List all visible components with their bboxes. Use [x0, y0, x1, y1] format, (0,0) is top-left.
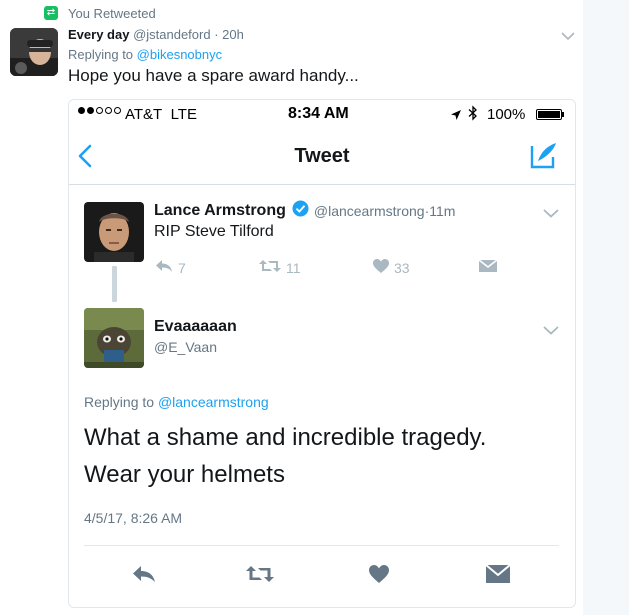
signal-dot [96, 107, 103, 114]
embedded-screenshot[interactable]: AT&T LTE 8:34 AM 100% Tweet Lance Armstr… [68, 99, 576, 608]
tweet-text: Hope you have a spare award handy... [68, 66, 359, 85]
network-type: LTE [170, 106, 197, 123]
tweet-actions [69, 560, 575, 590]
signal-strength [78, 107, 121, 114]
avatar[interactable] [10, 28, 58, 76]
battery-icon [536, 109, 562, 120]
tweet-text: RIP Steve Tilford [154, 223, 274, 240]
nav-title: Tweet [294, 145, 350, 167]
direct-message-button[interactable] [478, 259, 498, 276]
status-clock: 8:34 AM [288, 105, 349, 122]
retweet-icon [258, 258, 282, 277]
author-handle[interactable]: @E_Vaan [154, 339, 217, 355]
replying-label: Replying to [68, 47, 137, 62]
verified-badge-icon [292, 200, 309, 222]
carrier-name: AT&T [125, 106, 163, 123]
retweet-icon[interactable] [245, 564, 275, 589]
author-name[interactable]: Evaaaaaan [154, 318, 237, 336]
retweet-count: 11 [286, 259, 301, 276]
author-handle[interactable]: @lancearmstrong [314, 203, 425, 219]
replying-label: Replying to [84, 394, 158, 410]
direct-message-icon[interactable] [485, 564, 511, 589]
signal-dot [105, 107, 112, 114]
avatar[interactable] [84, 202, 144, 262]
signal-dot [87, 107, 94, 114]
thread-connector [112, 266, 117, 302]
battery-tip [562, 112, 564, 117]
chevron-down-icon[interactable] [543, 322, 559, 340]
replying-handle-link[interactable]: @bikesnobnyc [137, 47, 222, 62]
like-icon[interactable] [368, 564, 390, 589]
tweet-text: What a shame and incredible tragedy. Wea… [84, 419, 564, 493]
location-arrow-icon [450, 108, 462, 126]
battery-percent: 100% [487, 106, 526, 123]
retweet-icon: ⇄ [44, 6, 58, 20]
avatar[interactable] [84, 308, 144, 368]
status-bar: AT&T LTE 8:34 AM 100% [69, 100, 575, 128]
tweet-timestamp: 4/5/17, 8:26 AM [84, 510, 183, 526]
like-icon [372, 258, 390, 277]
tweet-time[interactable]: 11m [429, 203, 455, 219]
tweet-text-line: What a shame and incredible tragedy. [84, 424, 487, 451]
author-name[interactable]: Lance Armstrong [154, 202, 286, 220]
nav-bar: Tweet [69, 128, 575, 185]
bluetooth-icon [468, 105, 478, 126]
author-handle[interactable]: @jstandeford [133, 27, 211, 42]
replying-handle-link[interactable]: @lancearmstrong [158, 394, 269, 410]
chevron-down-icon[interactable] [561, 28, 575, 46]
retweet-button[interactable]: 11 [258, 258, 301, 277]
retweet-context-text: You Retweeted [68, 5, 156, 21]
reply-count: 7 [178, 259, 186, 276]
right-gutter [583, 0, 629, 615]
author-name[interactable]: Every day [68, 27, 129, 42]
tweet-header: Every day @jstandeford · 20h [68, 27, 244, 42]
signal-dot [114, 107, 121, 114]
replying-to: Replying to @lancearmstrong [84, 394, 269, 410]
time-separator: · [210, 27, 223, 42]
tweet-text-line: Wear your helmets [84, 461, 285, 488]
carrier-label: AT&T LTE [125, 106, 197, 123]
compose-icon[interactable] [529, 140, 559, 175]
like-button[interactable]: 33 [372, 258, 410, 277]
reply-icon[interactable] [131, 564, 157, 589]
tweet-header: Lance Armstrong @lancearmstrong · 11m [154, 200, 455, 222]
like-count: 33 [394, 259, 410, 276]
retweet-context: ⇄ You Retweeted [44, 4, 156, 22]
reply-icon [154, 258, 174, 277]
divider [84, 545, 559, 546]
replying-to: Replying to @bikesnobnyc [68, 47, 222, 62]
reply-button[interactable]: 7 [154, 258, 186, 277]
signal-dot [78, 107, 85, 114]
chevron-down-icon[interactable] [543, 205, 559, 223]
direct-message-icon [478, 259, 498, 276]
tweet-time[interactable]: 20h [222, 27, 244, 42]
tweet-actions: 7 11 33 [154, 258, 514, 280]
